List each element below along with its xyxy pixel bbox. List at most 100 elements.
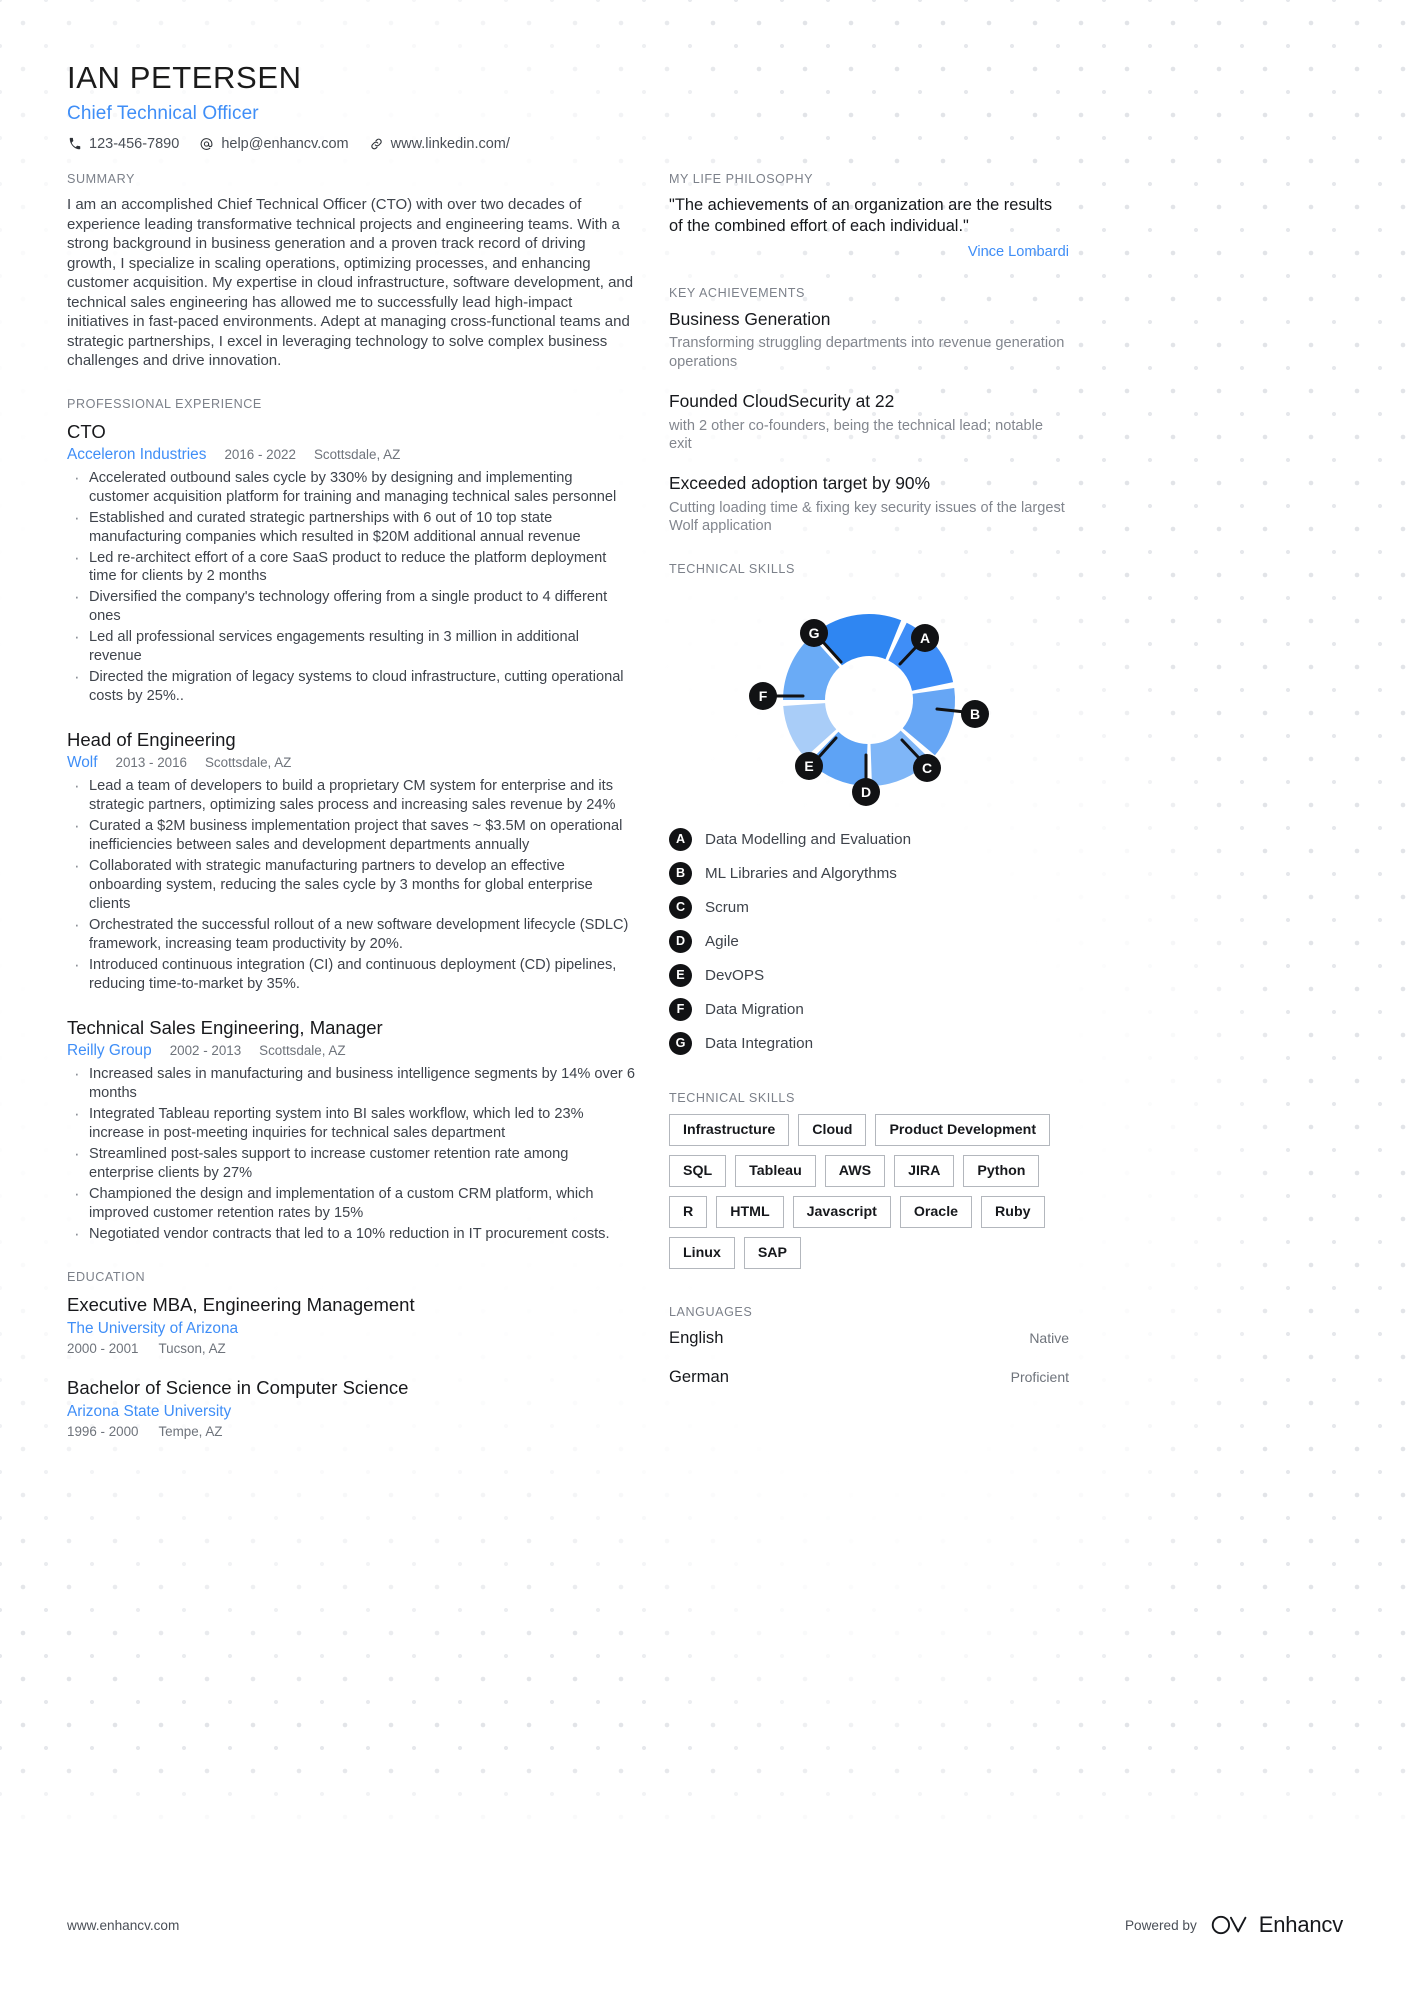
job-title: Head of Engineering — [67, 729, 236, 751]
education-location: Tempe, AZ — [158, 1424, 223, 1440]
education-degree: Bachelor of Science in Computer Science — [67, 1377, 409, 1398]
job-location: Scottsdale, AZ — [205, 755, 292, 771]
job-bullet: Championed the design and implementation… — [67, 1183, 635, 1223]
legend-badge-d: D — [669, 929, 692, 953]
education-item: Executive MBA, Engineering Management Th… — [67, 1293, 635, 1356]
donut-badge-C: C — [913, 753, 941, 782]
legend-label: Data Integration — [705, 1034, 814, 1052]
skill-tag[interactable]: Product Development — [875, 1113, 1051, 1146]
job-title: Technical Sales Engineering, Manager — [67, 1017, 383, 1039]
language-name: German — [669, 1366, 729, 1386]
job-bullet: Lead a team of developers to build a pro… — [67, 775, 635, 815]
skill-tag[interactable]: AWS — [824, 1154, 886, 1187]
language-level: Native — [1029, 1329, 1069, 1346]
skill-tag[interactable]: Linux — [669, 1236, 735, 1269]
contact-link[interactable]: www.linkedin.com/ — [369, 136, 510, 152]
donut-badge-F: F — [749, 681, 777, 710]
contact-email-text: help@enhancv.com — [221, 135, 349, 152]
legend-badge-e: E — [669, 963, 692, 987]
svg-text:A: A — [920, 630, 930, 646]
donut-badge-E: E — [795, 751, 823, 780]
job-company[interactable]: Wolf — [67, 754, 98, 772]
job-company[interactable]: Acceleron Industries — [67, 446, 206, 464]
page-title: IAN PETERSEN — [67, 60, 302, 95]
skill-tag[interactable]: SQL — [669, 1154, 727, 1187]
legend-item: G Data Integration — [669, 1031, 1069, 1055]
languages-section-title: LANGUAGES — [669, 1304, 753, 1319]
skill-tag[interactable]: Ruby — [981, 1195, 1045, 1228]
skill-tag[interactable]: Python — [963, 1154, 1040, 1187]
education-dates: 2000 - 2001 — [67, 1341, 139, 1356]
job-title: CTO — [67, 420, 106, 442]
job-bullet: Diversified the company's technology off… — [67, 586, 635, 626]
achievement-description: Cutting loading time & fixing key securi… — [669, 499, 1065, 535]
donut-svg: A B C D E F G — [749, 613, 989, 806]
skill-tag[interactable]: Javascript — [792, 1195, 891, 1228]
experience-section: PROFESSIONAL EXPERIENCE CTO Acceleron In… — [67, 396, 635, 1245]
donut-badge-G: G — [800, 618, 828, 647]
skill-tag[interactable]: Cloud — [798, 1113, 867, 1146]
job-company[interactable]: Reilly Group — [67, 1042, 152, 1060]
summary-section: SUMMARY I am an accomplished Chief Techn… — [67, 172, 635, 371]
enhancv-logo[interactable]: Enhancv — [1210, 1912, 1343, 1938]
job-bullet-list: Lead a team of developers to build a pro… — [67, 775, 635, 994]
legend-badge-c: C — [669, 895, 692, 919]
achievement-title: Business Generation — [669, 308, 831, 329]
link-icon — [369, 136, 384, 151]
powered-by-label: Powered by — [1124, 1917, 1197, 1933]
job-meta: Reilly Group 2002 - 2013 Scottsdale, AZ — [67, 1042, 635, 1060]
job-role-subtitle: Chief Technical Officer — [67, 102, 259, 124]
contact-phone[interactable]: 123-456-7890 — [67, 136, 179, 152]
language-level: Proficient — [1010, 1368, 1069, 1385]
philosophy-section: MY LIFE PHILOSOPHY "The achievements of … — [669, 172, 1069, 260]
achievement-item: Founded CloudSecurity at 22 with 2 other… — [669, 391, 1069, 454]
education-meta: 2000 - 2001 Tucson, AZ — [67, 1341, 635, 1356]
skill-tag[interactable]: R — [669, 1195, 708, 1228]
legend-badge-a: A — [669, 827, 692, 851]
achievement-item: Business Generation Transforming struggl… — [669, 309, 1069, 372]
philosophy-section-title: MY LIFE PHILOSOPHY — [669, 172, 814, 186]
education-item: Bachelor of Science in Computer Science … — [67, 1376, 635, 1439]
job-bullet: Accelerated outbound sales cycle by 330%… — [67, 467, 635, 507]
legend-badge-b: B — [669, 861, 692, 885]
right-column: MY LIFE PHILOSOPHY "The achievements of … — [669, 172, 1069, 1413]
donut-badge-D: D — [852, 777, 880, 806]
education-meta: 1996 - 2000 Tempe, AZ — [67, 1424, 635, 1439]
legend-item: F Data Migration — [669, 997, 1069, 1021]
legend-item: A Data Modelling and Evaluation — [669, 827, 1069, 851]
job-bullet-list: Increased sales in manufacturing and bus… — [67, 1063, 635, 1245]
education-school[interactable]: Arizona State University — [67, 1403, 635, 1421]
skill-tag[interactable]: SAP — [743, 1236, 802, 1269]
left-column: SUMMARY I am an accomplished Chief Techn… — [67, 172, 635, 1465]
philosophy-author: Vince Lombardi — [967, 243, 1069, 260]
experience-section-title: PROFESSIONAL EXPERIENCE — [67, 396, 262, 411]
summary-section-title: SUMMARY — [67, 172, 135, 186]
svg-text:B: B — [970, 706, 980, 722]
job-bullet: Established and curated strategic partne… — [67, 507, 635, 547]
skills-tags-section: TECHNICAL SKILLS Infrastructure Cloud Pr… — [669, 1091, 1069, 1269]
language-item: German Proficient — [669, 1367, 1069, 1387]
achievement-title: Exceeded adoption target by 90% — [669, 472, 931, 493]
summary-text: I am an accomplished Chief Technical Off… — [67, 196, 634, 369]
skill-tag[interactable]: Tableau — [735, 1154, 816, 1187]
language-name: English — [669, 1327, 724, 1347]
job-bullet: Led all professional services engagement… — [67, 626, 635, 666]
philosophy-quote: "The achievements of an organization are… — [669, 196, 1053, 235]
languages-section: LANGUAGES English Native German Proficie… — [669, 1305, 1069, 1387]
achievements-section: KEY ACHIEVEMENTS Business Generation Tra… — [669, 286, 1069, 536]
achievement-title: Founded CloudSecurity at 22 — [669, 390, 895, 411]
svg-text:E: E — [804, 758, 813, 774]
skill-tag[interactable]: Oracle — [899, 1195, 973, 1228]
skill-tag[interactable]: JIRA — [894, 1154, 955, 1187]
education-section: EDUCATION Executive MBA, Engineering Man… — [67, 1270, 635, 1439]
job-bullet: Led re-architect effort of a core SaaS p… — [67, 547, 635, 587]
skill-tag[interactable]: HTML — [716, 1195, 784, 1228]
footer-website-url[interactable]: www.enhancv.com — [67, 1918, 179, 1933]
skill-tag[interactable]: Infrastructure — [669, 1113, 790, 1146]
resume-header: IAN PETERSEN Chief Technical Officer 123… — [67, 60, 667, 152]
education-school[interactable]: The University of Arizona — [67, 1320, 635, 1338]
contact-email[interactable]: help@enhancv.com — [199, 135, 349, 152]
education-dates: 1996 - 2000 — [67, 1424, 139, 1440]
legend-item: B ML Libraries and Algorythms — [669, 861, 1069, 885]
achievement-description: Transforming struggling departments into… — [669, 335, 1065, 371]
